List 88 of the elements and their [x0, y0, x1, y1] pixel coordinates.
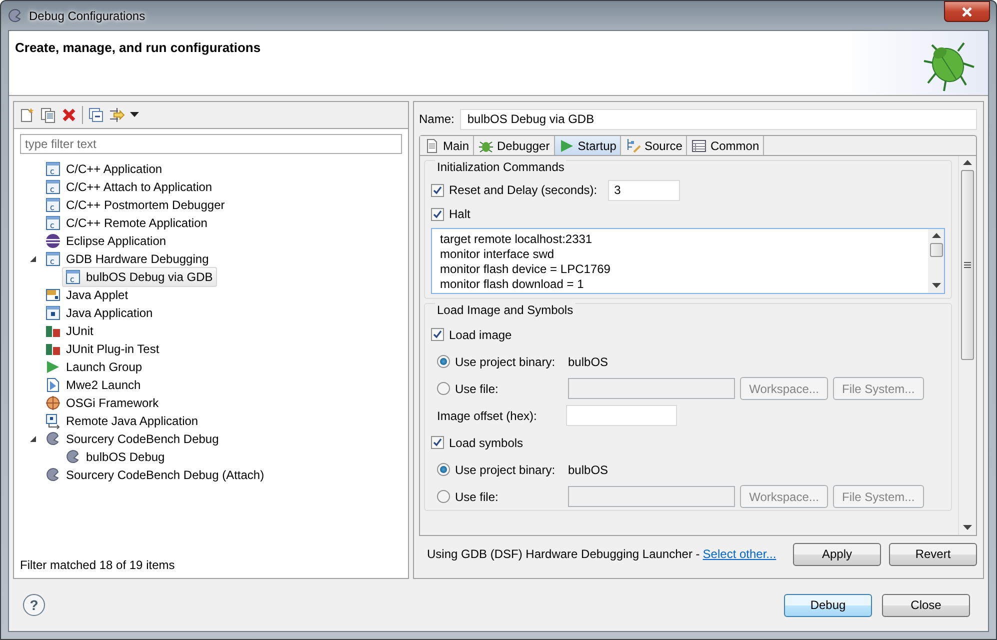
tree-item[interactable]: c C/C++ Application: [42, 159, 166, 179]
crosshair-icon: [45, 395, 61, 411]
launcher-text: Using GDB (DSF) Hardware Debugging Launcher -: [427, 547, 700, 561]
c-file-icon: c: [45, 197, 61, 213]
tree-item[interactable]: c GDB Hardware Debugging: [42, 249, 213, 269]
sphere-icon: [45, 233, 61, 249]
dialog-button[interactable]: Debug: [784, 594, 872, 616]
command-line: target remote localhost:2331: [440, 232, 594, 247]
radio-button[interactable]: [437, 463, 450, 476]
command-line: monitor interface swd: [440, 247, 556, 262]
radio-label[interactable]: Use project binary:: [437, 462, 563, 476]
command-line: monitor flash download = 1: [440, 277, 585, 292]
checkbox[interactable]: [431, 328, 444, 341]
checkbox-label[interactable]: Reset and Delay (seconds):: [431, 183, 598, 197]
expander-icon[interactable]: [28, 434, 38, 444]
scroll-up-icon[interactable]: [932, 233, 940, 239]
checkbox-label[interactable]: Load image: [431, 328, 557, 342]
dialog-button[interactable]: Close: [882, 594, 970, 616]
checkbox[interactable]: [431, 184, 444, 196]
delete-icon[interactable]: [61, 107, 77, 123]
play-icon: [45, 359, 61, 375]
c-file-icon: c: [45, 161, 61, 177]
help-button[interactable]: ?: [23, 594, 45, 616]
radio-button[interactable]: [437, 355, 450, 368]
dropdown-caret-icon[interactable]: [130, 112, 139, 118]
group-title: Load Image and Symbols: [435, 303, 576, 317]
radio-label[interactable]: Use project binary:: [437, 354, 563, 368]
new-config-icon[interactable]: [19, 107, 35, 123]
close-icon[interactable]: [961, 6, 973, 16]
table-icon: [691, 138, 708, 154]
close-button[interactable]: [944, 1, 990, 22]
command-line: monitor flash device = LPC1769: [440, 262, 612, 277]
tree-item[interactable]: JUnit Plug-in Test: [42, 339, 164, 359]
tree-item[interactable]: OSGi Framework: [42, 393, 163, 413]
tree-item[interactable]: c C/C++ Postmortem Debugger: [42, 195, 229, 215]
tree-item[interactable]: JUnit: [42, 321, 98, 341]
field-label: Image offset (hex):: [437, 408, 538, 422]
document-icon: [45, 377, 61, 393]
tree-item[interactable]: Sourcery CodeBench Debug (Attach): [42, 465, 268, 485]
filter-status: Filter matched 18 of 19 items: [19, 558, 176, 574]
tree-item[interactable]: Java Application: [42, 303, 157, 323]
checkbox-label[interactable]: Halt: [431, 207, 557, 221]
window-title: Debug Configurations: [29, 8, 146, 22]
tree-item[interactable]: c C/C++ Remote Application: [42, 213, 212, 233]
header-title: Create, manage, and run configurations: [15, 40, 261, 57]
delay-field[interactable]: 3: [608, 180, 680, 200]
tree-item[interactable]: Launch Group: [42, 357, 146, 377]
scroll-down-icon[interactable]: [932, 283, 940, 289]
c-file-icon: c: [45, 179, 61, 195]
select-other-link[interactable]: Select other...: [702, 547, 776, 561]
expander-icon[interactable]: [28, 254, 38, 264]
scroll-down-icon[interactable]: [963, 525, 972, 531]
binary-name: bulbOS: [568, 462, 608, 476]
tree-item[interactable]: bulbOS Debug: [62, 447, 169, 467]
tab[interactable]: Startup: [554, 136, 622, 155]
checkbox[interactable]: [431, 208, 444, 220]
grip-icon[interactable]: [964, 262, 971, 268]
page-icon: [424, 138, 440, 154]
c-file-icon: c: [45, 251, 61, 267]
tree-item[interactable]: Sourcery CodeBench Debug: [42, 429, 223, 449]
filter-field[interactable]: type filter text: [20, 134, 402, 154]
tree-item[interactable]: Mwe2 Launch: [42, 375, 145, 395]
commands-field[interactable]: target remote localhost:2331 monitor interface swd monitor flash device = LPC1769 monitor flash download = 1: [431, 228, 945, 294]
panel-button[interactable]: Revert: [889, 542, 977, 566]
offset-field[interactable]: [566, 405, 677, 426]
app-icon: [7, 8, 23, 24]
tree-item[interactable]: Eclipse Application: [42, 231, 170, 251]
name-label: Name:: [419, 112, 454, 126]
filter-icon[interactable]: [109, 107, 125, 123]
tree-item[interactable]: Java Applet: [42, 285, 132, 305]
name-field[interactable]: bulbOS Debug via GDB: [460, 108, 977, 130]
tree-item[interactable]: Remote Java Application: [42, 411, 202, 431]
c-file-icon: c: [45, 215, 61, 231]
checkbox[interactable]: [431, 436, 444, 449]
collapse-all-icon[interactable]: [88, 107, 104, 123]
scroll-up-icon[interactable]: [963, 160, 972, 166]
panel-button[interactable]: Apply: [793, 542, 881, 566]
source-tree-icon: [625, 138, 642, 154]
scrollbar[interactable]: [958, 156, 976, 535]
c-file-icon: c: [65, 269, 81, 285]
tree-item[interactable]: c C/C++ Attach to Application: [42, 177, 216, 197]
scrollbar[interactable]: [928, 229, 944, 293]
duplicate-icon[interactable]: [40, 107, 56, 123]
tab[interactable]: Main: [420, 136, 474, 155]
binary-name: bulbOS: [568, 354, 608, 368]
checkbox-label[interactable]: Load symbols: [431, 436, 557, 450]
group-title: Initialization Commands: [435, 160, 566, 174]
tree-item[interactable]: c bulbOS Debug via GDB: [62, 267, 217, 287]
